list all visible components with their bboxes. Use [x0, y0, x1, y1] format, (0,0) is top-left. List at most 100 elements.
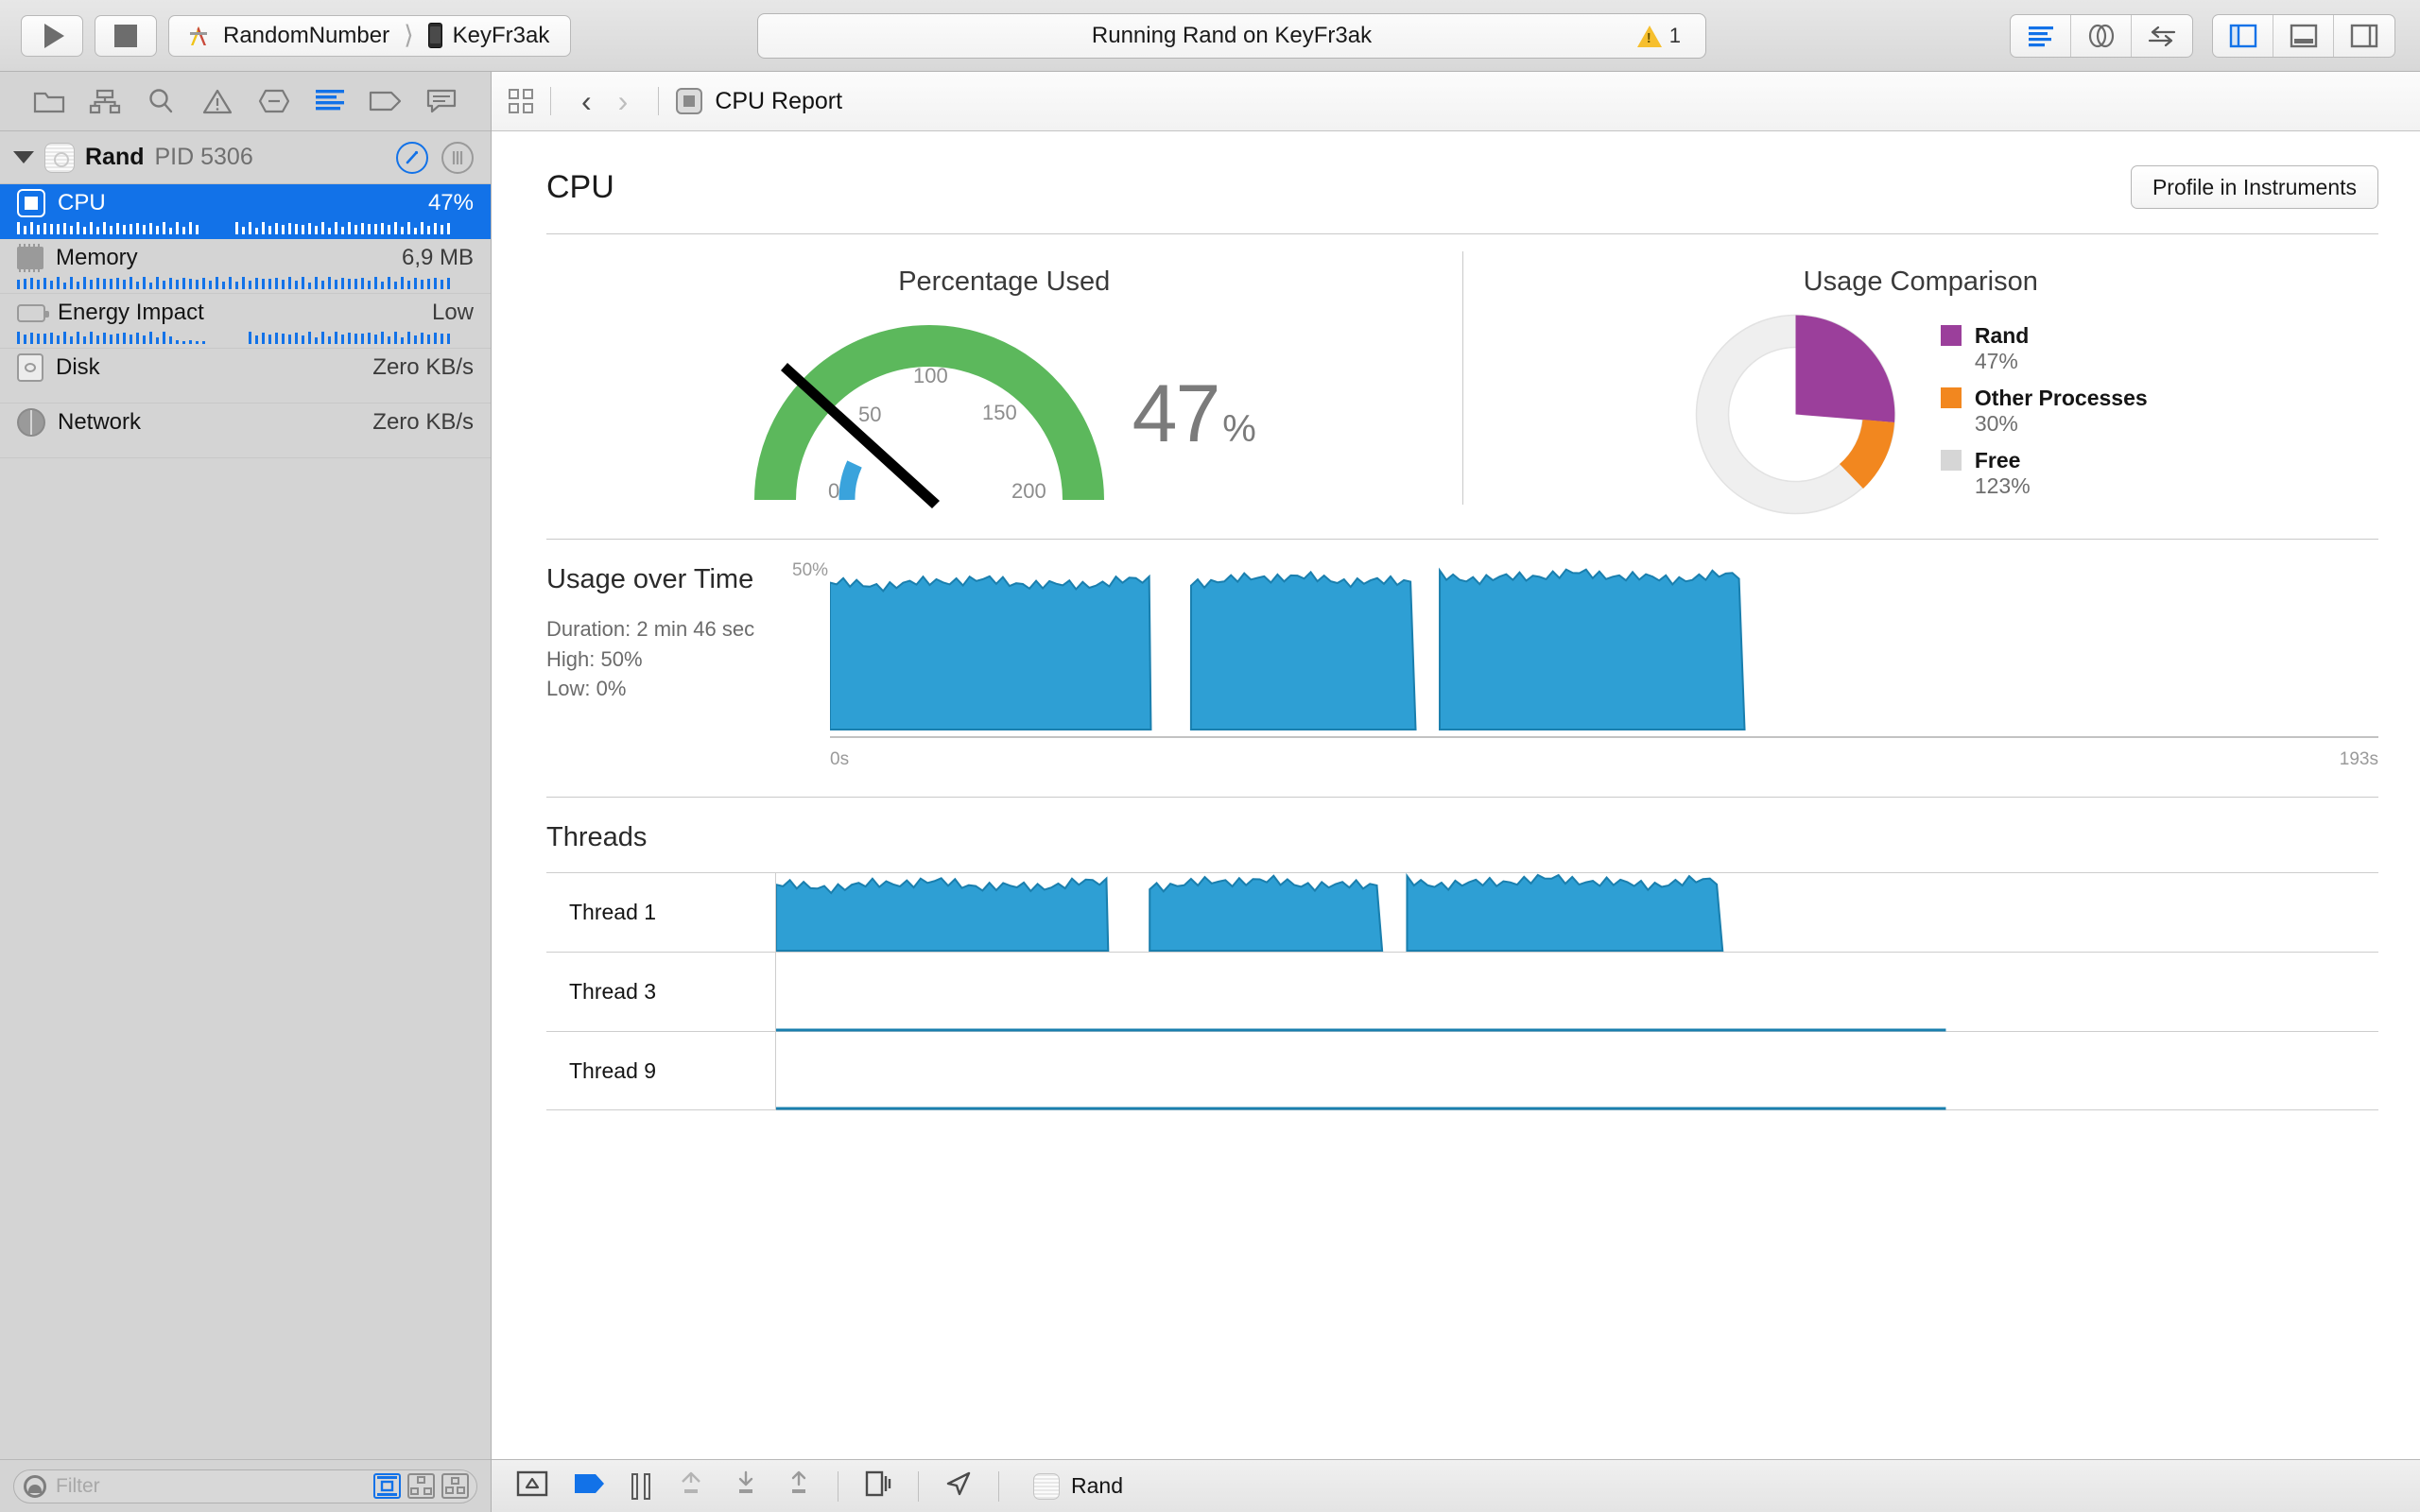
usage-high: High: 50%	[546, 644, 821, 674]
console-toggle-icon	[516, 1469, 548, 1498]
sidebar-item-energy-impact[interactable]: Energy Impact Low	[0, 294, 491, 349]
charts-row: Percentage Used 0 50 100	[492, 234, 2420, 516]
grid-icon[interactable]	[509, 89, 533, 113]
debug-process[interactable]: Rand	[1033, 1473, 1123, 1500]
legend-label: Rand	[1975, 323, 2030, 349]
gauge-tick-200: 200	[1011, 479, 1046, 503]
editor-area: ‹ › CPU Report CPU Profile in Instrument…	[492, 72, 2420, 1512]
legend-item-other-processes: Other Processes 30%	[1941, 386, 2148, 444]
filter-flat-view-button[interactable]	[373, 1473, 401, 1499]
disclosure-triangle-icon[interactable]	[13, 151, 34, 163]
debug-bar-divider-3	[998, 1471, 999, 1502]
table-row[interactable]: Thread 9	[546, 1031, 2378, 1110]
legend-item-free: Free 123%	[1941, 448, 2148, 507]
gauge-value: 6,9 MB	[402, 245, 474, 271]
memory-icon	[17, 247, 43, 269]
chart-title: Percentage Used	[898, 266, 1110, 298]
sidebar-item-cpu[interactable]: CPU 47%	[0, 184, 491, 239]
filter-view-buttons	[373, 1473, 469, 1499]
profile-in-instruments-button[interactable]: Profile in Instruments	[2131, 165, 2378, 209]
bottom-panel-icon	[2290, 24, 2318, 48]
forward-button[interactable]: ›	[605, 86, 642, 116]
process-header[interactable]: Rand PID 5306	[0, 131, 491, 184]
usage-x-axis-end: 193s	[2340, 749, 2378, 770]
main-body: Rand PID 5306 CPU 47%	[0, 72, 2420, 1512]
usage-info: Usage over Time Duration: 2 min 46 sec H…	[546, 564, 830, 738]
sidebar-item-memory[interactable]: Memory 6,9 MB	[0, 239, 491, 294]
assistant-editor-button[interactable]	[2071, 15, 2132, 57]
process-header-buttons	[396, 142, 474, 174]
location-button[interactable]	[943, 1469, 974, 1503]
step-out-button[interactable]	[785, 1469, 813, 1503]
scheme-chevron-icon: ⟩	[404, 21, 414, 50]
process-icon	[44, 143, 75, 173]
view-hierarchy-button[interactable]	[863, 1469, 893, 1503]
run-button[interactable]	[21, 15, 83, 57]
step-into-button[interactable]	[732, 1469, 760, 1503]
gauge-wrapper: 0 50 100 150 200 47 %	[754, 313, 1254, 516]
gauge-value: 47%	[428, 190, 474, 216]
jump-bar-divider-2	[658, 87, 659, 115]
console-toggle-button[interactable]	[516, 1469, 548, 1503]
filter-placeholder: Filter	[56, 1475, 364, 1498]
donut-chart	[1694, 313, 1897, 516]
table-row[interactable]: Thread 1	[546, 872, 2378, 952]
stop-button[interactable]	[95, 15, 157, 57]
filter-icon	[24, 1475, 46, 1498]
report-icon[interactable]	[312, 83, 348, 119]
legend-item-rand: Rand 47%	[1941, 323, 2148, 382]
table-row[interactable]: Thread 3	[546, 952, 2378, 1031]
gauge-tick-50: 50	[858, 403, 881, 426]
warning-badge[interactable]: 1	[1637, 24, 1681, 48]
debug-area-toggle-button[interactable]	[2273, 15, 2334, 57]
toolbar: RandomNumber ⟩ KeyFr3ak Running Rand on …	[0, 0, 2420, 72]
play-icon	[44, 24, 64, 48]
area-burst-2	[1440, 570, 1745, 730]
gauge-view-button[interactable]	[396, 142, 428, 174]
legend-value: 47%	[1975, 349, 2148, 374]
memory-sparkline	[17, 277, 474, 293]
debug-bar-divider-2	[918, 1471, 919, 1502]
donut-wrapper: Rand 47% Other Processes 30%	[1694, 313, 2148, 516]
breakpoint-toggle-button[interactable]	[573, 1470, 607, 1502]
gauge-label: Energy Impact	[58, 300, 204, 326]
process-icon	[1033, 1473, 1060, 1500]
standard-editor-button[interactable]	[2011, 15, 2071, 57]
list-view-button[interactable]	[441, 142, 474, 174]
folder-icon[interactable]	[31, 83, 67, 119]
breakpoint-toggle-icon	[573, 1470, 607, 1497]
sidebar-item-disk[interactable]: Disk Zero KB/s	[0, 349, 491, 404]
scheme-selector[interactable]: RandomNumber ⟩ KeyFr3ak	[168, 15, 571, 57]
gauge-chart: 0 50 100 150 200	[754, 313, 1104, 516]
hierarchy-icon[interactable]	[87, 83, 123, 119]
pause-button[interactable]	[631, 1473, 650, 1500]
jump-bar-title[interactable]: CPU Report	[715, 88, 842, 115]
comment-icon[interactable]	[424, 83, 459, 119]
step-over-icon	[675, 1469, 707, 1498]
utilities-toggle-button[interactable]	[2334, 15, 2394, 57]
pause-icon	[631, 1473, 638, 1500]
legend-value: 123%	[1975, 473, 2148, 499]
donut-slice-rand	[1795, 316, 1894, 423]
back-button[interactable]: ‹	[568, 86, 605, 116]
sidebar-item-network[interactable]: Network Zero KB/s	[0, 404, 491, 458]
navigator-selector-bar	[0, 72, 491, 131]
process-name: Rand	[85, 144, 145, 171]
breakpoint-icon[interactable]	[255, 83, 291, 119]
gauge-label: CPU	[58, 190, 106, 216]
tag-icon[interactable]	[368, 83, 404, 119]
warning-icon[interactable]	[199, 83, 235, 119]
filter-input[interactable]: Filter	[13, 1469, 477, 1503]
filter-tree-view-button[interactable]	[407, 1473, 435, 1499]
gauge-list: CPU 47% Memory 6,9 MB	[0, 184, 491, 458]
xcode-scheme-icon	[184, 22, 213, 50]
step-out-icon	[785, 1469, 813, 1498]
navigator-toggle-button[interactable]	[2213, 15, 2273, 57]
step-over-button[interactable]	[675, 1469, 707, 1503]
navigator-panel: Rand PID 5306 CPU 47%	[0, 72, 492, 1512]
filter-group-view-button[interactable]	[441, 1473, 469, 1499]
search-icon[interactable]	[143, 83, 179, 119]
version-editor-button[interactable]	[2132, 15, 2192, 57]
location-icon	[943, 1469, 974, 1498]
thread-3-area-chart	[776, 953, 2378, 1032]
